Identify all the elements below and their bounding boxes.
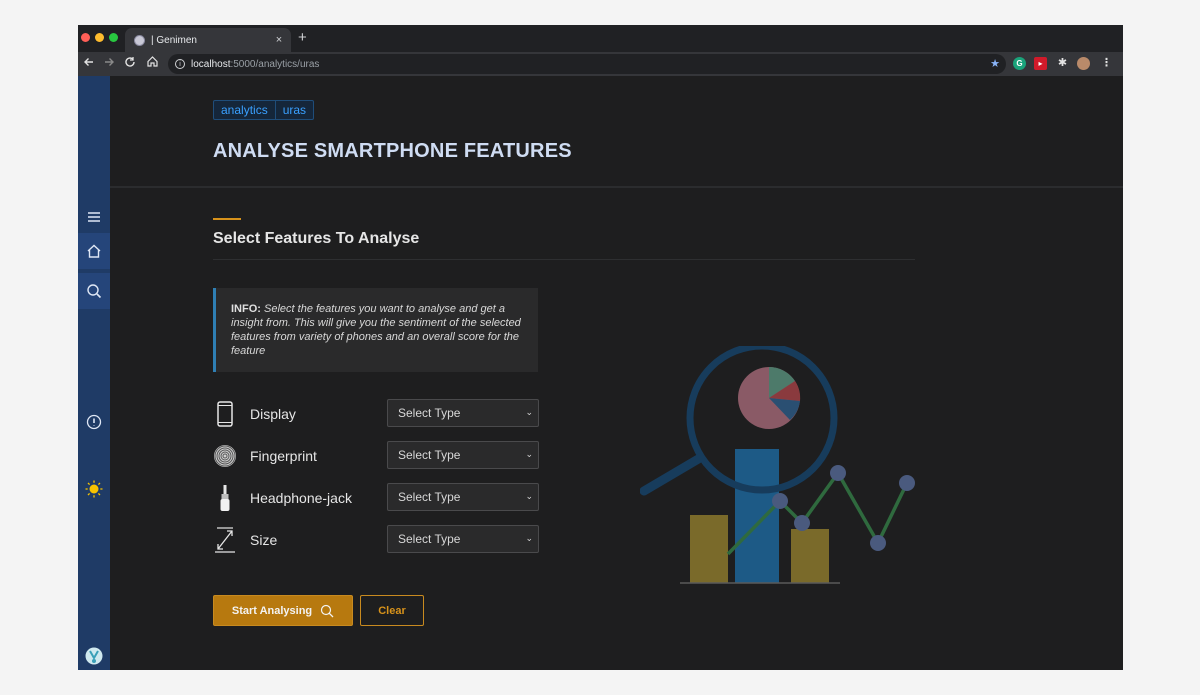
close-window-button[interactable] xyxy=(81,33,90,42)
browser-toolbar: i localhost :5000/analytics/uras ★ G ▸ ✱… xyxy=(78,52,1123,76)
feature-row-size: Size Select Type ⌄ xyxy=(213,525,539,555)
headphone-jack-type-select[interactable]: Select Type ⌄ xyxy=(387,483,539,511)
chevron-down-icon: ⌄ xyxy=(525,533,533,543)
select-value: Select Type xyxy=(398,406,461,420)
reload-button[interactable] xyxy=(122,55,138,73)
section-divider xyxy=(213,259,915,260)
breadcrumb-uras[interactable]: uras xyxy=(274,101,313,119)
display-type-select[interactable]: Select Type ⌄ xyxy=(387,399,539,427)
profile-avatar-icon[interactable] xyxy=(1077,57,1090,70)
smartphone-icon xyxy=(213,399,237,429)
illustration-bar-right xyxy=(791,529,829,583)
arrow-left-icon xyxy=(84,58,93,66)
browser-tab[interactable]: | Genimen × xyxy=(125,28,291,52)
clear-label: Clear xyxy=(378,604,406,617)
arrow-right-icon xyxy=(105,58,114,66)
feature-label-display: Display xyxy=(250,406,296,422)
feature-row-fingerprint: Fingerprint Select Type ⌄ xyxy=(213,441,539,471)
maximize-window-button[interactable] xyxy=(109,33,118,42)
address-bar[interactable]: i localhost :5000/analytics/uras ★ xyxy=(168,54,1006,74)
analytics-illustration xyxy=(640,346,915,584)
search-icon xyxy=(87,284,102,299)
avatar-icon xyxy=(85,647,103,665)
sidebar-item-info[interactable] xyxy=(78,404,110,440)
illustration-bar-center xyxy=(735,449,779,583)
start-analysing-label: Start Analysing xyxy=(231,604,313,617)
tab-title: | Genimen xyxy=(151,34,197,46)
feature-row-headphone-jack: Headphone-jack Select Type ⌄ xyxy=(213,483,539,513)
fingerprint-icon xyxy=(213,441,237,471)
sidebar-item-search[interactable] xyxy=(78,273,110,309)
info-text: Select the features you want to analyse … xyxy=(231,303,521,357)
reload-icon xyxy=(125,57,135,67)
browser-menu-icon[interactable]: ⋮ xyxy=(1100,57,1113,70)
feature-label-fingerprint: Fingerprint xyxy=(250,448,317,464)
headphone-jack-icon xyxy=(213,483,237,513)
clear-button[interactable]: Clear xyxy=(360,595,424,626)
sun-icon xyxy=(85,480,103,498)
illustration-pie xyxy=(738,366,801,429)
sidebar-menu-button[interactable] xyxy=(78,204,110,230)
favicon-icon xyxy=(134,34,145,46)
select-value: Select Type xyxy=(398,448,461,462)
sidebar xyxy=(78,76,110,670)
select-value: Select Type xyxy=(398,532,461,546)
sidebar-item-home[interactable] xyxy=(78,233,110,269)
extensions-puzzle-icon[interactable]: ✱ xyxy=(1056,57,1069,70)
chevron-down-icon: ⌄ xyxy=(525,491,533,501)
url-host: localhost xyxy=(191,58,231,70)
select-value: Select Type xyxy=(398,490,461,504)
browser-window: | Genimen × + i localhost :5000/analytic… xyxy=(78,25,1123,670)
illustration-bar-left xyxy=(690,515,728,583)
bookmark-star-icon[interactable]: ★ xyxy=(990,57,1000,70)
page-header: analytics uras ANALYSE SMARTPHONE FEATUR… xyxy=(110,76,1123,188)
grammarly-extension-icon[interactable]: G xyxy=(1013,57,1026,70)
section-accent-line xyxy=(213,218,241,220)
home-icon xyxy=(87,244,101,258)
info-icon xyxy=(86,414,102,430)
feature-label-size: Size xyxy=(250,532,278,548)
user-avatar[interactable] xyxy=(78,638,110,670)
feature-label-headphone-jack: Headphone-jack xyxy=(250,490,352,506)
new-tab-button[interactable]: + xyxy=(298,29,307,46)
size-type-select[interactable]: Select Type ⌄ xyxy=(387,525,539,553)
home-button[interactable] xyxy=(144,55,160,73)
minimize-window-button[interactable] xyxy=(95,33,104,42)
start-analysing-button[interactable]: Start Analysing xyxy=(213,595,353,626)
site-info-icon[interactable]: i xyxy=(175,59,185,69)
main-content: analytics uras ANALYSE SMARTPHONE FEATUR… xyxy=(110,76,1123,670)
theme-toggle-button[interactable] xyxy=(78,471,110,507)
section-title: Select Features To Analyse xyxy=(213,230,420,247)
menu-icon xyxy=(88,212,100,222)
feature-row-display: Display Select Type ⌄ xyxy=(213,399,539,429)
info-label: INFO: xyxy=(231,303,261,315)
fingerprint-type-select[interactable]: Select Type ⌄ xyxy=(387,441,539,469)
back-button[interactable] xyxy=(81,55,97,73)
forward-button[interactable] xyxy=(101,55,117,73)
tab-close-icon[interactable]: × xyxy=(271,34,287,46)
tab-bar: | Genimen × + xyxy=(78,25,1123,52)
resize-icon xyxy=(213,525,237,555)
magnifier-handle xyxy=(640,453,705,496)
breadcrumb: analytics uras xyxy=(213,100,315,120)
chevron-down-icon: ⌄ xyxy=(525,407,533,417)
info-callout: INFO: Select the features you want to an… xyxy=(213,288,538,372)
home-icon xyxy=(146,56,158,67)
chevron-down-icon: ⌄ xyxy=(525,449,533,459)
extension-red-icon[interactable]: ▸ xyxy=(1034,57,1047,70)
url-path: :5000/analytics/uras xyxy=(230,58,320,70)
page-title: ANALYSE SMARTPHONE FEATURES xyxy=(213,140,572,162)
breadcrumb-analytics[interactable]: analytics xyxy=(214,101,275,119)
search-icon xyxy=(321,604,334,617)
